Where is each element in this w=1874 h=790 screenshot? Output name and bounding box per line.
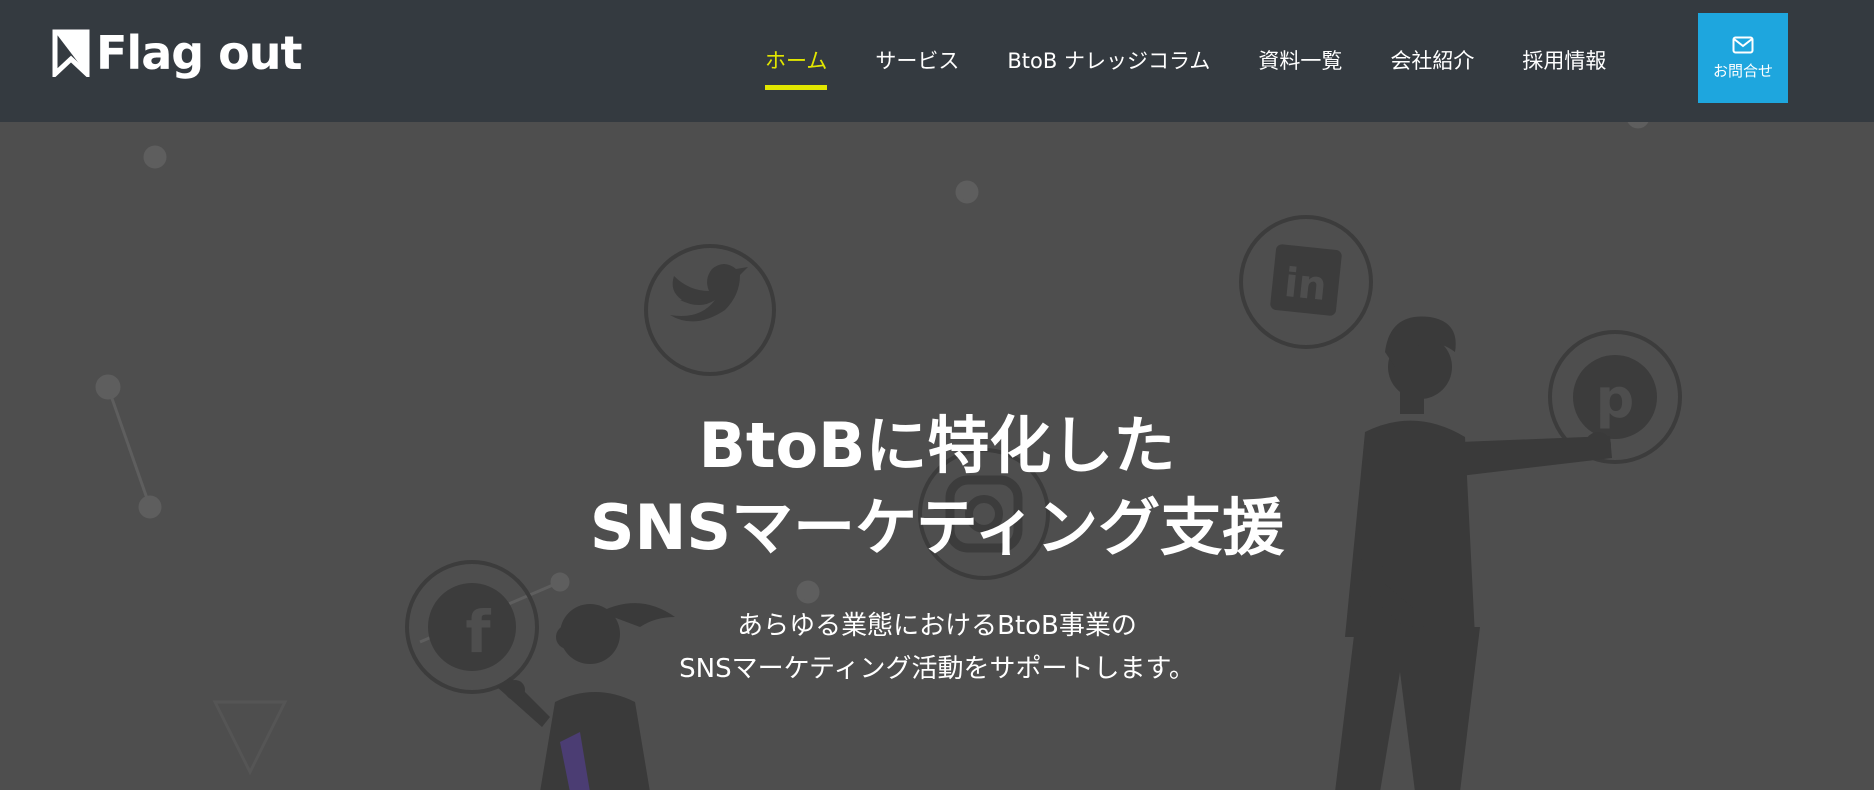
site-header: Flag out ホーム サービス BtoB ナレッジコラム 資料一覧 会社紹介… <box>0 0 1874 122</box>
nav-item-home[interactable]: ホーム <box>765 39 828 90</box>
nav-item-documents[interactable]: 資料一覧 <box>1258 39 1342 84</box>
site-logo[interactable]: Flag out <box>52 26 303 80</box>
svg-text:in: in <box>1282 260 1329 310</box>
hero-section: in p f BtoBに特化した SNSマーケティング支援 あらゆる業態における… <box>0 122 1874 790</box>
nav-item-recruit[interactable]: 採用情報 <box>1522 39 1606 84</box>
nav-item-company[interactable]: 会社紹介 <box>1390 39 1474 84</box>
nav-item-services[interactable]: サービス <box>875 39 959 84</box>
nav-item-knowledge-column[interactable]: BtoB ナレッジコラム <box>1007 39 1210 84</box>
mail-icon <box>1732 36 1754 53</box>
flag-logo-icon <box>52 29 90 77</box>
contact-button[interactable]: お問合せ <box>1698 13 1788 103</box>
main-nav: ホーム サービス BtoB ナレッジコラム 資料一覧 会社紹介 採用情報 <box>765 0 1654 122</box>
hero-title-line2: SNSマーケティング支援 <box>589 491 1285 564</box>
hero-title: BtoBに特化した SNSマーケティング支援 <box>0 405 1874 569</box>
twitter-icon <box>644 244 776 376</box>
hero-subtitle-line2: SNSマーケティング活動をサポートします。 <box>679 654 1195 684</box>
hero-title-line1: BtoBに特化した <box>698 409 1176 482</box>
hero-subtitle-line1: あらゆる業態におけるBtoB事業の <box>737 611 1137 641</box>
hero-subtitle: あらゆる業態におけるBtoB事業の SNSマーケティング活動をサポートします。 <box>0 605 1874 691</box>
linkedin-icon: in <box>1239 215 1373 349</box>
contact-label: お問合せ <box>1712 61 1773 80</box>
logo-text: Flag out <box>96 26 303 80</box>
